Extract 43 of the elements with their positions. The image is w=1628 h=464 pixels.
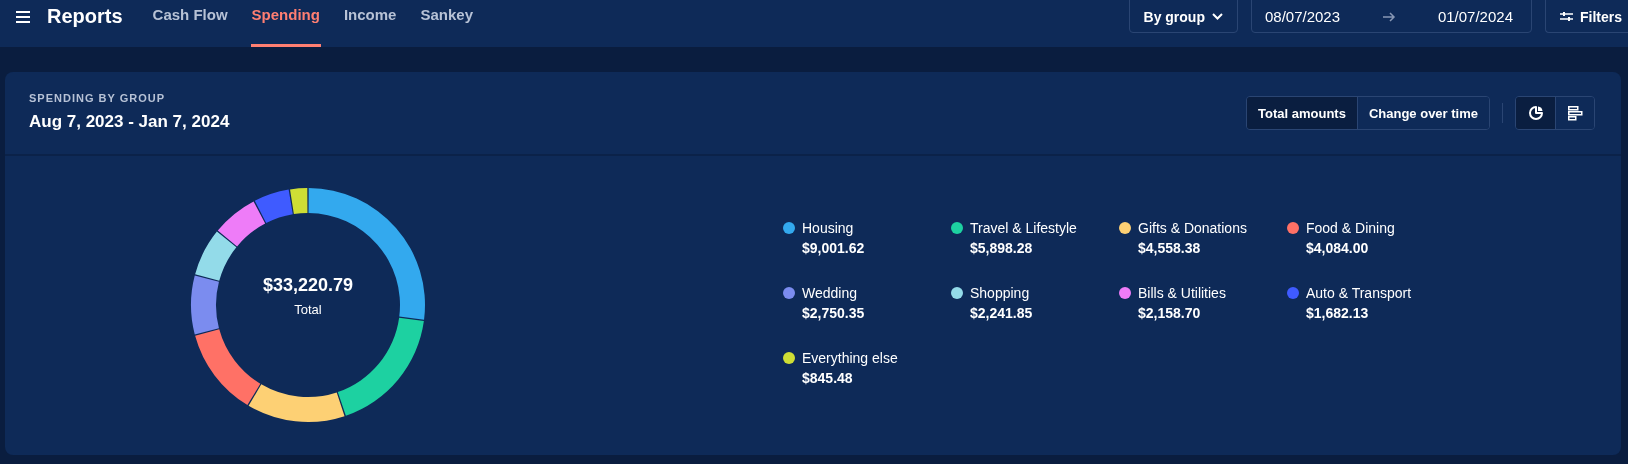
donut-slice bbox=[217, 200, 266, 246]
legend-label: Auto & Transport bbox=[1306, 284, 1413, 301]
sliders-icon bbox=[1560, 11, 1573, 22]
legend-amount: $9,001.62 bbox=[802, 239, 866, 256]
legend-label: Travel & Lifestyle bbox=[970, 219, 1078, 236]
legend-amount: $2,241.85 bbox=[970, 304, 1034, 321]
legend-label: Wedding bbox=[802, 284, 858, 301]
legend-amount: $1,682.13 bbox=[1306, 304, 1370, 321]
nav-tab[interactable]: Cash Flow bbox=[151, 0, 229, 47]
mode-toggle[interactable]: Total amounts bbox=[1247, 97, 1357, 129]
legend-amount: $4,084.00 bbox=[1306, 239, 1370, 256]
filters-button[interactable]: Filters bbox=[1545, 0, 1628, 33]
nav-tab[interactable]: Sankey bbox=[419, 0, 474, 47]
mode-toggle[interactable]: Change over time bbox=[1356, 97, 1489, 129]
legend-label: Everything else bbox=[802, 349, 899, 366]
total-label: Total bbox=[294, 301, 322, 317]
legend-amount: $5,898.28 bbox=[970, 239, 1034, 256]
chevron-down-icon bbox=[1212, 13, 1223, 20]
end-date: 01/07/2024 bbox=[1437, 8, 1513, 25]
bar-chart-icon bbox=[1567, 105, 1583, 121]
legend-label: Shopping bbox=[970, 284, 1031, 301]
legend-label: Food & Dining bbox=[1306, 219, 1396, 236]
pie-chart-icon bbox=[1527, 105, 1544, 121]
legend-amount: $845.48 bbox=[802, 369, 854, 386]
nav-tab[interactable]: Spending bbox=[250, 0, 321, 47]
legend-amount: $4,558.38 bbox=[1138, 239, 1202, 256]
nav-tab[interactable]: Income bbox=[342, 0, 398, 47]
legend-label: Gifts & Donations bbox=[1138, 219, 1248, 236]
legend-label: Housing bbox=[802, 219, 855, 236]
legend-label: Bills & Utilities bbox=[1138, 284, 1227, 301]
date-range-field[interactable]: 08/07/2023 01/07/2024 bbox=[1251, 0, 1532, 33]
total-amount: $33,220.79 bbox=[262, 274, 354, 296]
start-date: 08/07/2023 bbox=[1265, 8, 1341, 25]
section-label: SPENDING BY GROUP bbox=[29, 92, 166, 104]
bar-chart-view-button[interactable] bbox=[1555, 97, 1594, 129]
legend-amount: $2,158.70 bbox=[1138, 304, 1202, 321]
group-dropdown[interactable]: By group bbox=[1128, 0, 1238, 33]
report-date-range: Aug 7, 2023 - Jan 7, 2024 bbox=[29, 112, 230, 132]
arrow-right-icon bbox=[1382, 11, 1396, 22]
legend-amount: $2,750.35 bbox=[802, 304, 866, 321]
page-title: Reports bbox=[47, 4, 123, 28]
menu-icon[interactable] bbox=[16, 11, 30, 23]
pie-chart-view-button[interactable] bbox=[1516, 97, 1555, 129]
